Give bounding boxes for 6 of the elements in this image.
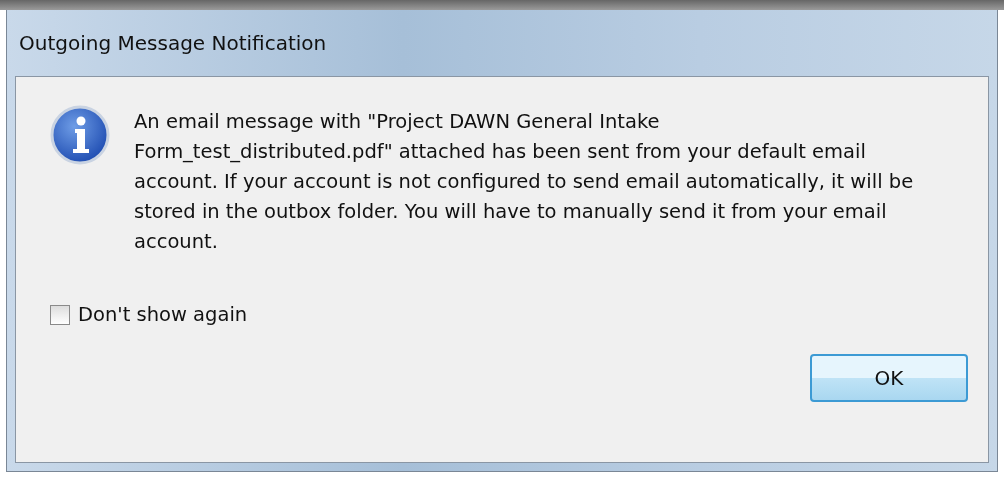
checkbox[interactable] [50, 304, 70, 325]
checkbox-label[interactable]: Don't show again [78, 303, 248, 326]
ok-button[interactable]: OK [810, 354, 968, 402]
info-icon [50, 105, 110, 165]
message-text: An email message with "Project DAWN General Intake Form_test_distributed.pdf" attached has been sent from your default email account. If your account is not configured to send email automatically, it will be stored in the outbox folder. You will have to manually send it from your email account. [134, 109, 914, 255]
window-title: Outgoing Message Notification [18, 30, 328, 57]
